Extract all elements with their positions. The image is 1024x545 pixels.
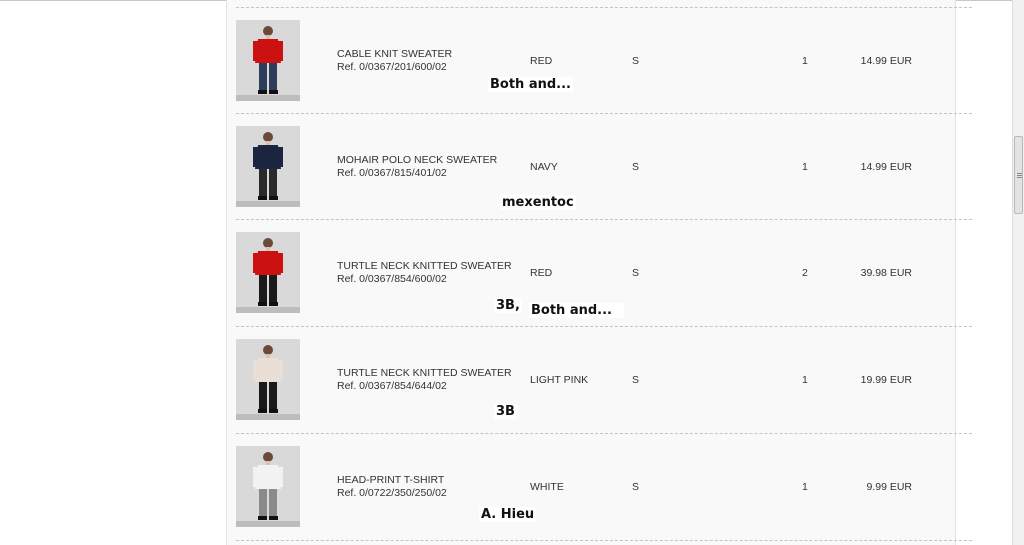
model-figure-icon [253, 452, 283, 520]
product-price: 14.99 EUR [860, 55, 912, 67]
product-size: S [632, 481, 640, 493]
product-thumbnail[interactable] [236, 339, 300, 420]
product-thumbnail[interactable] [236, 232, 300, 313]
product-size: S [632, 55, 640, 67]
product-thumbnail[interactable] [236, 20, 300, 101]
product-color: RED [530, 267, 553, 279]
scrollbar-thumb[interactable] [1014, 136, 1023, 214]
product-size: S [632, 374, 640, 386]
product-price: 19.99 EUR [860, 374, 912, 386]
product-quantity: 1 [802, 161, 808, 173]
row-divider [236, 540, 972, 541]
product-reference: Ref. 0/0722/350/250/02 [337, 487, 447, 499]
model-figure-icon [253, 26, 283, 94]
product-reference: Ref. 0/0367/854/644/02 [337, 380, 447, 392]
annotation-note: Both and... [529, 303, 624, 318]
product-thumbnail[interactable] [236, 126, 300, 207]
product-reference: Ref. 0/0367/201/600/02 [337, 61, 447, 73]
product-quantity: 1 [802, 481, 808, 493]
product-name[interactable]: TURTLE NECK KNITTED SWEATER [337, 260, 512, 272]
product-name[interactable]: CABLE KNIT SWEATER [337, 48, 452, 60]
product-price: 9.99 EUR [866, 481, 912, 493]
product-price: 39.98 EUR [860, 267, 912, 279]
model-figure-icon [253, 132, 283, 200]
product-name[interactable]: MOHAIR POLO NECK SWEATER [337, 154, 497, 166]
product-color: WHITE [530, 481, 564, 493]
model-figure-icon [253, 345, 283, 413]
cart-item-row: HEAD-PRINT T-SHIRT Ref. 0/0722/350/250/02… [0, 433, 1012, 540]
product-name[interactable]: TURTLE NECK KNITTED SWEATER [337, 367, 512, 379]
grip-icon [1017, 173, 1022, 178]
vertical-scrollbar[interactable] [1012, 0, 1024, 545]
product-color: NAVY [530, 161, 558, 173]
product-color: RED [530, 55, 553, 67]
product-quantity: 1 [802, 55, 808, 67]
annotation-note: A. Hieu [479, 507, 537, 522]
product-color: LIGHT PINK [530, 374, 589, 386]
product-quantity: 1 [802, 374, 808, 386]
product-reference: Ref. 0/0367/854/600/02 [337, 273, 447, 285]
annotation-note: mexentoc [500, 195, 576, 210]
product-name[interactable]: HEAD-PRINT T-SHIRT [337, 474, 444, 486]
annotation-note: 3B [494, 404, 517, 419]
annotation-note: Both and... [488, 77, 573, 92]
product-quantity: 2 [802, 267, 808, 279]
model-figure-icon [253, 238, 283, 306]
product-size: S [632, 267, 640, 279]
product-price: 14.99 EUR [860, 161, 912, 173]
cart-item-row: CABLE KNIT SWEATER Ref. 0/0367/201/600/02… [0, 7, 1012, 114]
product-reference: Ref. 0/0367/815/401/02 [337, 167, 447, 179]
product-thumbnail[interactable] [236, 446, 300, 527]
product-size: S [632, 161, 640, 173]
annotation-note: 3B, [494, 298, 522, 313]
